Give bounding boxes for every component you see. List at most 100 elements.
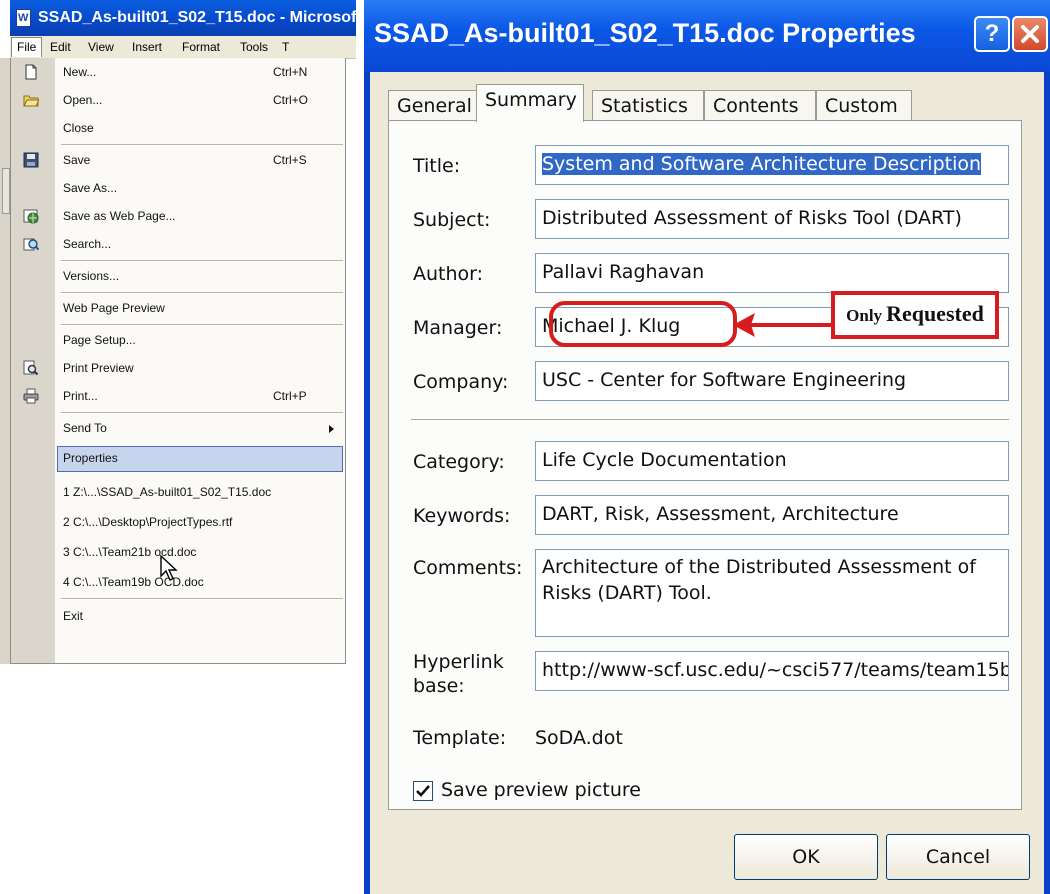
help-button[interactable]: ? xyxy=(974,16,1010,52)
hyperlink-base-field[interactable]: http://www-scf.usc.edu/~csci577/teams/te… xyxy=(535,651,1009,691)
hyperlink-label-line1: Hyperlink xyxy=(413,651,504,673)
menu-item-close[interactable]: Close xyxy=(11,114,345,142)
author-field[interactable]: Pallavi Raghavan xyxy=(535,253,1009,293)
menu-item-label: 2 C:\...\Desktop\ProjectTypes.rtf xyxy=(63,515,233,529)
menu-item-label: Save xyxy=(63,153,91,167)
template-label: Template: xyxy=(413,727,507,749)
menu-bar: File Edit View Insert Format Tools T xyxy=(10,36,356,59)
menu-edit[interactable]: Edit xyxy=(50,40,71,54)
menu-item-save[interactable]: Save Ctrl+S xyxy=(11,146,345,174)
help-icon: ? xyxy=(984,20,1000,47)
menu-item-label: Open... xyxy=(63,93,103,107)
menu-item-page-setup[interactable]: Page Setup... xyxy=(11,326,345,354)
keywords-field[interactable]: DART, Risk, Assessment, Architecture xyxy=(535,495,1009,535)
open-folder-icon xyxy=(23,95,39,107)
document-edge xyxy=(0,58,10,664)
properties-dialog: SSAD_As-built01_S02_T15.doc Properties ?… xyxy=(364,0,1050,894)
title-field[interactable]: System and Software Architecture Descrip… xyxy=(535,145,1009,185)
menu-tools[interactable]: Tools xyxy=(240,40,268,54)
menu-item-recent-1[interactable]: 1 Z:\...\SSAD_As-built01_S02_T15.doc xyxy=(11,478,345,506)
subject-field[interactable]: Distributed Assessment of Risks Tool (DA… xyxy=(535,199,1009,239)
title-field-value: System and Software Architecture Descrip… xyxy=(542,153,982,175)
menu-format[interactable]: Format xyxy=(182,40,220,54)
menu-item-print-preview[interactable]: Print Preview xyxy=(11,354,345,382)
save-preview-checkbox[interactable] xyxy=(413,781,433,801)
menu-separator xyxy=(61,260,343,261)
close-button[interactable] xyxy=(1012,16,1048,52)
menu-item-label: Save as Web Page... xyxy=(63,209,176,223)
dialog-title: SSAD_As-built01_S02_T15.doc Properties xyxy=(374,18,916,48)
tab-general[interactable]: General xyxy=(388,90,478,120)
menu-item-label: Exit xyxy=(63,609,84,623)
menu-separator xyxy=(61,144,343,145)
menu-item-exit[interactable]: Exit xyxy=(11,602,345,630)
menu-insert[interactable]: Insert xyxy=(132,40,162,54)
tab-custom[interactable]: Custom xyxy=(816,90,912,120)
menu-item-shortcut: Ctrl+N xyxy=(273,65,308,79)
mouse-cursor-icon xyxy=(160,554,178,581)
dialog-title-bar: SSAD_As-built01_S02_T15.doc Properties ? xyxy=(364,0,1050,72)
menu-item-search[interactable]: Search... xyxy=(11,230,345,258)
menu-item-label: Versions... xyxy=(63,269,120,283)
menu-item-recent-2[interactable]: 2 C:\...\Desktop\ProjectTypes.rtf xyxy=(11,508,345,536)
hyperlink-label-line2: base: xyxy=(413,675,465,697)
new-doc-icon xyxy=(25,64,37,80)
ok-button[interactable]: OK xyxy=(734,834,878,880)
menu-item-properties[interactable]: Properties xyxy=(11,444,345,472)
cancel-button[interactable]: Cancel xyxy=(886,834,1030,880)
menu-item-send-to[interactable]: Send To xyxy=(11,414,345,442)
word-doc-icon xyxy=(16,9,31,27)
printer-icon xyxy=(23,388,39,404)
close-icon xyxy=(1021,25,1039,43)
save-disk-icon xyxy=(23,152,39,168)
menu-item-open[interactable]: Open... Ctrl+O xyxy=(11,86,345,114)
checkmark-icon xyxy=(416,785,430,797)
tab-summary[interactable]: Summary xyxy=(476,84,584,122)
menu-item-shortcut: Ctrl+O xyxy=(273,93,309,107)
menu-item-shortcut: Ctrl+P xyxy=(273,389,307,403)
menu-item-new[interactable]: New... Ctrl+N xyxy=(11,58,345,86)
menu-item-save-as-web-page[interactable]: Save as Web Page... xyxy=(11,202,345,230)
menu-item-versions[interactable]: Versions... xyxy=(11,262,345,290)
menu-separator xyxy=(61,292,343,293)
menu-item-label: Save As... xyxy=(63,181,118,195)
template-value: SoDA.dot xyxy=(535,727,623,749)
company-field[interactable]: USC - Center for Software Engineering xyxy=(535,361,1009,401)
file-menu: New... Ctrl+N Open... Ctrl+O Close Save … xyxy=(10,58,346,664)
tab-statistics[interactable]: Statistics xyxy=(592,90,704,120)
save-preview-label: Save preview picture xyxy=(441,779,641,801)
menu-item-label: Web Page Preview xyxy=(63,301,165,315)
subject-label: Subject: xyxy=(413,209,491,231)
summary-panel: Title: System and Software Architecture … xyxy=(388,120,1022,810)
menu-separator xyxy=(61,598,343,599)
submenu-arrow-icon xyxy=(329,425,334,433)
menu-item-save-as[interactable]: Save As... xyxy=(11,174,345,202)
menu-item-label: Page Setup... xyxy=(63,333,136,347)
tab-contents[interactable]: Contents xyxy=(704,90,816,120)
menu-table[interactable]: T xyxy=(282,40,289,54)
title-label: Title: xyxy=(413,155,461,177)
callout-word-2: Requested xyxy=(886,301,984,326)
web-page-icon xyxy=(23,209,39,224)
menu-item-label: Print Preview xyxy=(63,361,134,375)
annotation-arrow-icon xyxy=(733,313,835,337)
menu-item-label: Close xyxy=(63,121,94,135)
menu-item-label: New... xyxy=(63,65,97,79)
comments-field[interactable]: Architecture of the Distributed Assessme… xyxy=(535,549,1009,637)
category-label: Category: xyxy=(413,451,505,473)
menu-item-web-page-preview[interactable]: Web Page Preview xyxy=(11,294,345,322)
keywords-label: Keywords: xyxy=(413,505,511,527)
author-label: Author: xyxy=(413,263,484,285)
menu-item-print[interactable]: Print... Ctrl+P xyxy=(11,382,345,410)
word-window: SSAD_As-built01_S02_T15.doc - Microsoft … xyxy=(0,0,356,664)
category-field[interactable]: Life Cycle Documentation xyxy=(535,441,1009,481)
comments-label: Comments: xyxy=(413,557,523,579)
menu-view[interactable]: View xyxy=(88,40,114,54)
word-title-bar: SSAD_As-built01_S02_T15.doc - Microsoft … xyxy=(10,0,356,36)
menu-item-shortcut: Ctrl+S xyxy=(273,153,307,167)
menu-item-label: Properties xyxy=(63,451,118,465)
menu-item-label: Search... xyxy=(63,237,112,251)
menu-file[interactable]: File xyxy=(11,37,43,57)
author-highlight-oval xyxy=(549,301,737,347)
only-requested-callout: Only Requested xyxy=(831,291,999,339)
